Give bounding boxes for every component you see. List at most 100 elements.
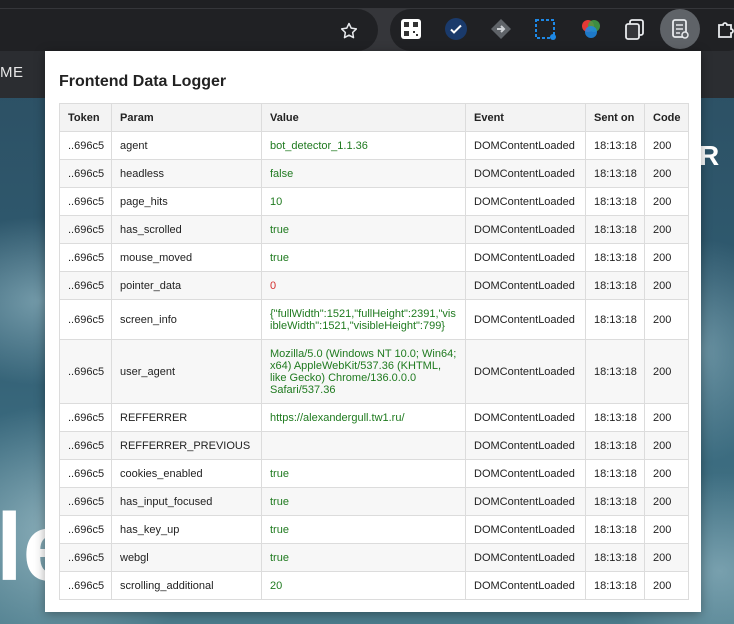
cell-event: DOMContentLoaded [465,515,586,544]
cell-token: ..696c5 [59,271,112,300]
cell-param: mouse_moved [111,243,262,272]
cell-token: ..696c5 [59,459,112,488]
table-row: ..696c5 has_key_up true DOMContentLoaded 18:… [59,515,689,544]
cell-code: 200 [644,431,689,460]
cell-sent-on: 18:13:18 [585,339,645,404]
copy-edit-icon[interactable] [621,15,649,43]
cell-event: DOMContentLoaded [465,571,586,600]
cell-param: page_hits [111,187,262,216]
cell-token: ..696c5 [59,487,112,516]
cell-event: DOMContentLoaded [465,159,586,188]
cell-sent-on: 18:13:18 [585,243,645,272]
cell-sent-on: 18:13:18 [585,487,645,516]
logger-icon[interactable] [660,9,700,49]
cell-value: https://alexandergull.tw1.ru/ [261,403,466,432]
cell-token: ..696c5 [59,515,112,544]
cell-value: true [261,543,466,572]
puzzle-icon[interactable] [712,15,734,43]
cell-sent-on: 18:13:18 [585,515,645,544]
cell-event: DOMContentLoaded [465,459,586,488]
cell-param: REFFERRER_PREVIOUS [111,431,262,460]
cell-token: ..696c5 [59,159,112,188]
popup-title: Frontend Data Logger [59,73,227,90]
column-header-token: Token [59,103,112,132]
tab-strip [0,0,734,8]
cell-param: pointer_data [111,271,262,300]
cell-event: DOMContentLoaded [465,131,586,160]
diamond-arrow-icon[interactable] [487,15,515,43]
table-row: ..696c5 mouse_moved true DOMContentLoaded 18… [59,243,689,272]
cell-token: ..696c5 [59,431,112,460]
cell-param: user_agent [111,339,262,404]
bookmark-star-icon[interactable] [336,18,362,44]
address-bar[interactable] [0,9,378,51]
table-row: ..696c5 REFFERRER_PREVIOUS DOMContentLoade… [59,431,689,460]
column-header-event: Event [465,103,586,132]
logger-popup: Frontend Data Logger Token Param Value E… [45,51,701,612]
cell-event: DOMContentLoaded [465,243,586,272]
column-header-code: Code [644,103,689,132]
cell-value [261,431,466,460]
cell-event: DOMContentLoaded [465,487,586,516]
cell-value: 0 [261,271,466,300]
cell-code: 200 [644,243,689,272]
cell-code: 200 [644,299,689,340]
cell-value: true [261,215,466,244]
cell-value: {"fullWidth":1521,"fullHeight":2391,"vis… [261,299,466,340]
table-row: ..696c5 headless false DOMContentLoaded 18:1… [59,159,689,188]
cell-sent-on: 18:13:18 [585,215,645,244]
cell-code: 200 [644,487,689,516]
cell-code: 200 [644,403,689,432]
cell-sent-on: 18:13:18 [585,299,645,340]
cell-param: has_key_up [111,515,262,544]
table-row: ..696c5 has_scrolled true DOMContentLoaded 1… [59,215,689,244]
cell-value: true [261,243,466,272]
table-row: ..696c5 webgl true DOMContentLoaded 18:13:18… [59,543,689,572]
table-row: ..696c5 agent bot_detector_1.1.36 DOMConten… [59,131,689,160]
cell-value: true [261,487,466,516]
cell-event: DOMContentLoaded [465,403,586,432]
cell-code: 200 [644,159,689,188]
table-row: ..696c5 has_input_focused true DOMContentLo… [59,487,689,516]
table-row: ..696c5 cookies_enabled true DOMContentLoad… [59,459,689,488]
table-row: ..696c5 user_agent Mozilla/5.0 (Windows NT… [59,339,689,404]
cell-param: screen_info [111,299,262,340]
cell-code: 200 [644,571,689,600]
cell-event: DOMContentLoaded [465,215,586,244]
qr-code-icon[interactable] [397,15,425,43]
check-shield-icon[interactable] [442,15,470,43]
cell-code: 200 [644,339,689,404]
cell-value: false [261,159,466,188]
screenshot-crop-icon[interactable] [531,15,559,43]
cell-param: REFFERRER [111,403,262,432]
table-row: ..696c5 scrolling_additional 20 DOMContentL… [59,571,689,600]
cell-param: cookies_enabled [111,459,262,488]
log-table: Token Param Value Event Sent on Code ..6… [59,103,689,600]
color-picker-icon[interactable] [577,15,605,43]
cell-code: 200 [644,271,689,300]
cell-value: Mozilla/5.0 (Windows NT 10.0; Win64; x64… [261,339,466,404]
cell-sent-on: 18:13:18 [585,159,645,188]
cell-event: DOMContentLoaded [465,543,586,572]
cell-value: true [261,515,466,544]
cell-event: DOMContentLoaded [465,431,586,460]
cell-param: has_input_focused [111,487,262,516]
heading-fragment-right: R [699,140,720,171]
cell-sent-on: 18:13:18 [585,271,645,300]
cell-code: 200 [644,459,689,488]
table-row: ..696c5 screen_info {"fullWidth":1521,"ful… [59,299,689,340]
cell-event: DOMContentLoaded [465,339,586,404]
cell-sent-on: 18:13:18 [585,131,645,160]
nav-item-fragment[interactable]: ME [0,64,24,81]
cell-code: 200 [644,543,689,572]
cell-value: true [261,459,466,488]
cell-param: headless [111,159,262,188]
column-header-value: Value [261,103,466,132]
cell-code: 200 [644,515,689,544]
cell-token: ..696c5 [59,299,112,340]
cell-token: ..696c5 [59,403,112,432]
table-row: ..696c5 pointer_data 0 DOMContentLoaded 18:1… [59,271,689,300]
cell-value: 10 [261,187,466,216]
cell-sent-on: 18:13:18 [585,403,645,432]
cell-param: agent [111,131,262,160]
